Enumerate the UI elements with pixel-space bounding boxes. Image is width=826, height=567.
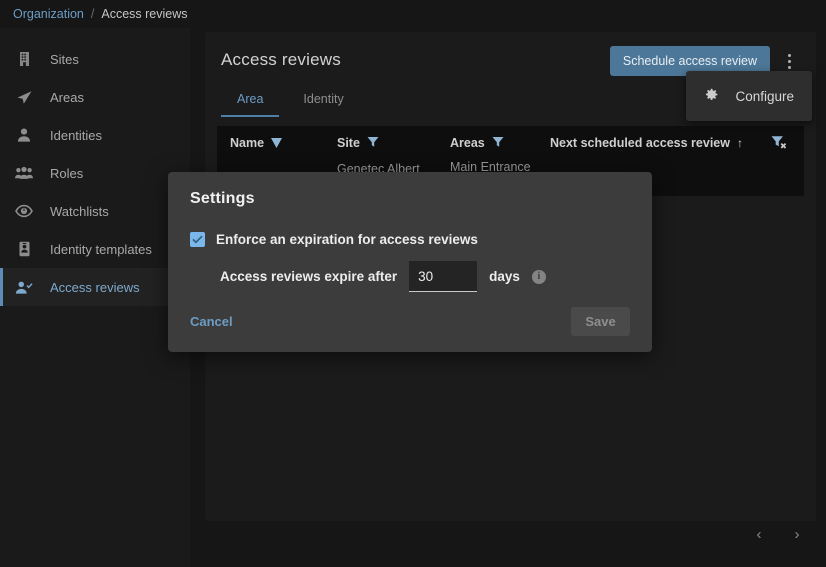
expire-after-row: Access reviews expire after days i — [190, 261, 630, 292]
column-label: Next scheduled access review — [550, 136, 730, 150]
sidebar-item-access-reviews[interactable]: Access reviews — [0, 268, 190, 306]
tab-identity[interactable]: Identity — [287, 86, 359, 117]
column-header-site[interactable]: Site — [337, 136, 450, 151]
breadcrumb-current-access-reviews: Access reviews — [101, 7, 188, 21]
menu-item-label: Configure — [735, 88, 794, 104]
save-button[interactable]: Save — [571, 307, 630, 336]
gear-icon — [704, 87, 719, 105]
person-icon — [15, 126, 33, 144]
building-icon — [15, 50, 33, 68]
pagination: ‹ › — [746, 521, 810, 547]
sidebar-item-roles[interactable]: Roles — [0, 154, 190, 192]
page-title: Access reviews — [221, 50, 341, 69]
breadcrumb-link-organization[interactable]: Organization — [13, 7, 84, 21]
enforce-expiration-checkbox[interactable] — [190, 232, 205, 247]
column-header-next-scheduled-access-review[interactable]: Next scheduled access review ↑ — [550, 136, 754, 150]
column-header-areas[interactable]: Areas — [450, 136, 550, 151]
sidebar-item-sites[interactable]: Sites — [0, 40, 190, 78]
column-label: Site — [337, 136, 360, 150]
panel-header: Access reviews Schedule access review — [205, 32, 816, 76]
sidebar: Sites Areas Identities Roles Watchlists … — [0, 28, 190, 567]
navigation-arrow-icon — [15, 88, 33, 106]
eye-icon — [15, 202, 33, 220]
sidebar-item-label: Access reviews — [50, 279, 140, 295]
days-unit-label: days — [489, 269, 520, 284]
breadcrumb: Organization / Access reviews — [0, 0, 826, 28]
info-icon[interactable]: i — [531, 269, 546, 284]
enforce-expiration-label[interactable]: Enforce an expiration for access reviews — [216, 232, 478, 247]
table-header-row: Name Site Areas Next scheduled access re… — [217, 126, 804, 160]
filter-funnel-icon[interactable] — [367, 136, 379, 151]
person-check-icon — [15, 278, 33, 296]
cancel-button[interactable]: Cancel — [190, 314, 233, 329]
clear-filter-button[interactable] — [754, 135, 804, 151]
checkmark-icon — [192, 235, 203, 244]
sidebar-item-identity-templates[interactable]: Identity templates — [0, 230, 190, 268]
column-header-name[interactable]: Name — [230, 136, 337, 150]
sidebar-item-label: Roles — [50, 165, 84, 181]
tab-area[interactable]: Area — [221, 86, 280, 117]
settings-dialog: Settings Enforce an expiration for acces… — [168, 172, 652, 352]
dialog-title: Settings — [190, 190, 255, 207]
sidebar-item-identities[interactable]: Identities — [0, 116, 190, 154]
sort-descending-icon[interactable] — [271, 138, 283, 148]
chevron-left-icon[interactable]: ‹ — [746, 521, 772, 547]
sidebar-item-watchlists[interactable]: Watchlists — [0, 192, 190, 230]
sidebar-item-label: Watchlists — [50, 203, 109, 219]
expire-days-input[interactable] — [409, 261, 478, 292]
filter-funnel-icon[interactable] — [492, 136, 504, 151]
enforce-expiration-row: Enforce an expiration for access reviews — [190, 232, 630, 247]
column-label: Name — [230, 136, 265, 150]
id-card-icon — [15, 240, 33, 258]
sidebar-item-areas[interactable]: Areas — [0, 78, 190, 116]
configure-menu: Configure — [686, 71, 812, 121]
sidebar-item-label: Identity templates — [50, 241, 152, 257]
column-label: Areas — [450, 136, 485, 150]
sort-ascending-arrow[interactable]: ↑ — [737, 136, 743, 150]
menu-item-configure[interactable]: Configure — [686, 80, 812, 112]
chevron-right-icon[interactable]: › — [784, 521, 810, 547]
dialog-footer: Cancel Save — [190, 307, 630, 336]
sidebar-item-label: Areas — [50, 89, 84, 105]
sidebar-item-label: Sites — [50, 51, 79, 67]
breadcrumb-separator: / — [90, 7, 95, 21]
sidebar-item-label: Identities — [50, 127, 103, 143]
people-group-icon — [15, 164, 33, 182]
expire-after-label: Access reviews expire after — [220, 269, 398, 284]
